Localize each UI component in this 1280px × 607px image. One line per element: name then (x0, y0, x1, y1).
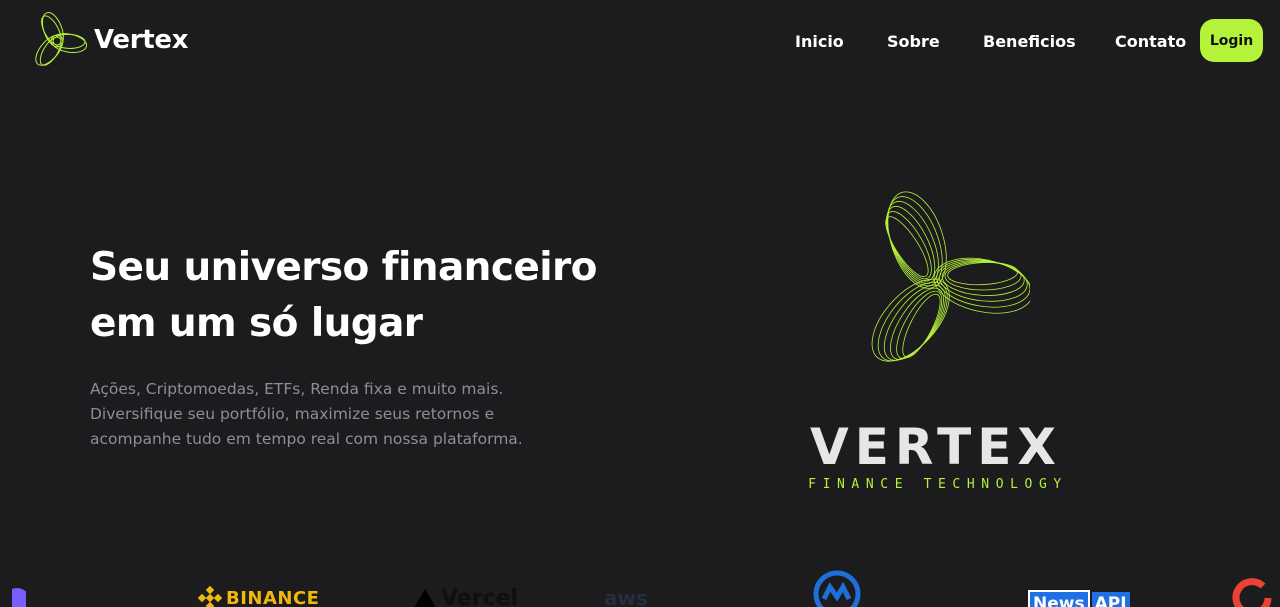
newsapi-api: API (1091, 592, 1130, 607)
vertex-swirl-illustration-icon (871, 191, 1030, 362)
coinmarketcap-icon (813, 570, 861, 607)
partner-partial-logo (12, 578, 26, 607)
google-icon (1232, 578, 1272, 607)
aws-wordmark: aws (604, 586, 648, 607)
binance-icon (198, 586, 222, 607)
purple-logo-icon (12, 588, 26, 607)
nav-inicio[interactable]: Inicio (795, 32, 844, 51)
vercel-wordmark: Vercel (441, 585, 519, 607)
hero-title-line2: em um só lugar (90, 301, 423, 346)
hero-title-line1: Seu universo financeiro (90, 245, 597, 290)
hero-title: Seu universo financeiro em um só lugar (90, 240, 650, 352)
hero-desc-line1: Ações, Criptomoedas, ETFs, Renda fixa e … (90, 380, 504, 398)
site-header: Vertex Inicio Sobre Beneficios Contato L… (0, 0, 1280, 84)
hero-desc-line2: Diversifique seu portfólio, maximize seu… (90, 405, 495, 423)
hero-desc-line3: acompanhe tudo em tempo real com nossa p… (90, 430, 523, 448)
partner-google (1232, 578, 1272, 607)
partner-logos: BINANCE Vercel aws News API (0, 570, 1280, 607)
partner-vercel: Vercel (413, 578, 518, 607)
main-nav: Inicio Sobre Beneficios Contato (0, 30, 1280, 56)
partner-binance: BINANCE (198, 578, 319, 607)
vercel-triangle-icon (414, 589, 436, 607)
nav-beneficios[interactable]: Beneficios (983, 32, 1076, 51)
partner-coinmarketcap (812, 570, 862, 607)
binance-wordmark: BINANCE (226, 587, 320, 607)
vertex-wordmark-subtitle: FINANCE TECHNOLOGY (808, 477, 1068, 492)
nav-contato[interactable]: Contato (1115, 32, 1186, 51)
vertex-wordmark: VERTEX (810, 418, 1062, 476)
newsapi-news: News (1028, 590, 1090, 607)
partner-newsapi: News API (1028, 584, 1130, 607)
partner-aws: aws (604, 578, 648, 607)
login-button[interactable]: Login (1200, 19, 1263, 62)
nav-sobre[interactable]: Sobre (887, 32, 940, 51)
hero-description: Ações, Criptomoedas, ETFs, Renda fixa e … (90, 377, 610, 452)
